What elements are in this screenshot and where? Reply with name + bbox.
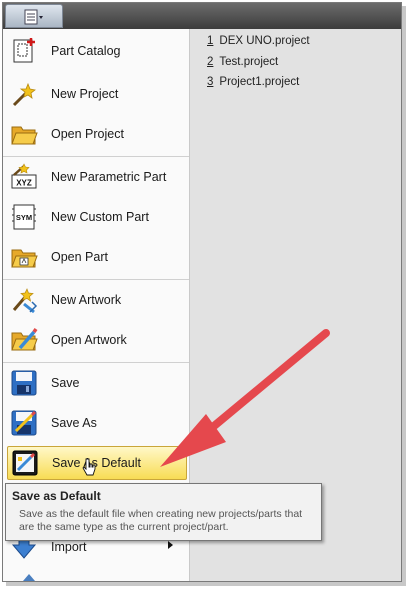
annotation-arrow xyxy=(160,329,330,467)
mouse-cursor-icon xyxy=(82,458,96,476)
